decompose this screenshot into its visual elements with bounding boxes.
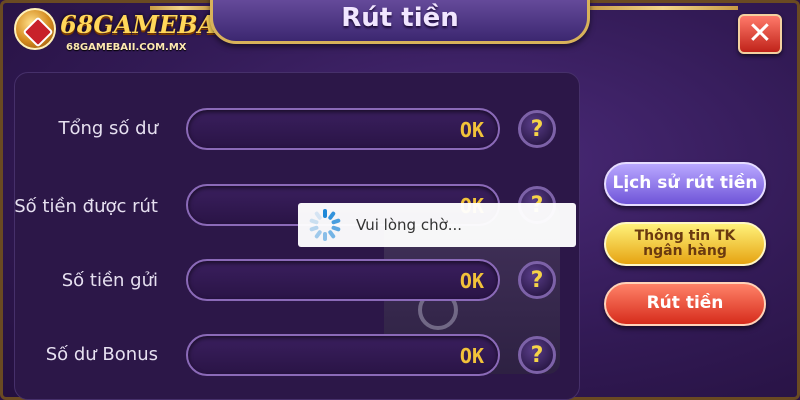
deposit-amount-field: OK (186, 259, 500, 301)
casino-chip-icon (14, 8, 56, 50)
close-icon: ✕ (747, 16, 773, 51)
loading-text: Vui lòng chờ... (356, 216, 463, 234)
total-balance-label: Tổng số dư (58, 118, 158, 139)
dialog-title-plate: Rút tiền (210, 0, 590, 44)
header-trim-right (588, 6, 738, 10)
total-balance-value: OK (459, 118, 484, 142)
bank-account-info-button[interactable]: Thông tin TK ngân hàng (604, 222, 766, 266)
withdraw-history-button[interactable]: Lịch sử rút tiền (604, 162, 766, 206)
withdraw-history-label: Lịch sử rút tiền (612, 173, 758, 194)
question-icon: ? (530, 267, 544, 293)
deposit-amount-value: OK (459, 269, 484, 293)
question-icon: ? (530, 342, 544, 368)
loading-spinner-icon (308, 208, 342, 242)
withdraw-label: Rút tiền (646, 293, 724, 314)
page-title: Rút tiền (341, 2, 459, 33)
bonus-balance-field: OK (186, 334, 500, 376)
bonus-balance-value: OK (459, 344, 484, 368)
withdrawable-amount-label: Số tiền được rút (14, 196, 158, 217)
close-button[interactable]: ✕ (738, 14, 782, 54)
loading-toast: Vui lòng chờ... (298, 203, 576, 247)
withdraw-button[interactable]: Rút tiền (604, 282, 766, 326)
bonus-balance-help-button[interactable]: ? (518, 336, 556, 374)
total-balance-help-button[interactable]: ? (518, 110, 556, 148)
brand-name: 68GAMEBAI (60, 10, 228, 39)
question-icon: ? (530, 116, 544, 142)
bank-account-info-label-line2: ngân hàng (643, 243, 727, 259)
brand-logo: 68GAMEBAI 68GAMEBAII.COM.MX (10, 4, 228, 56)
bank-account-info-label-line1: Thông tin TK (634, 228, 736, 245)
deposit-amount-help-button[interactable]: ? (518, 261, 556, 299)
total-balance-field: OK (186, 108, 500, 150)
deposit-amount-label: Số tiền gửi (61, 270, 158, 291)
brand-domain: 68GAMEBAII.COM.MX (66, 42, 187, 53)
bonus-balance-label: Số dư Bonus (45, 344, 158, 365)
